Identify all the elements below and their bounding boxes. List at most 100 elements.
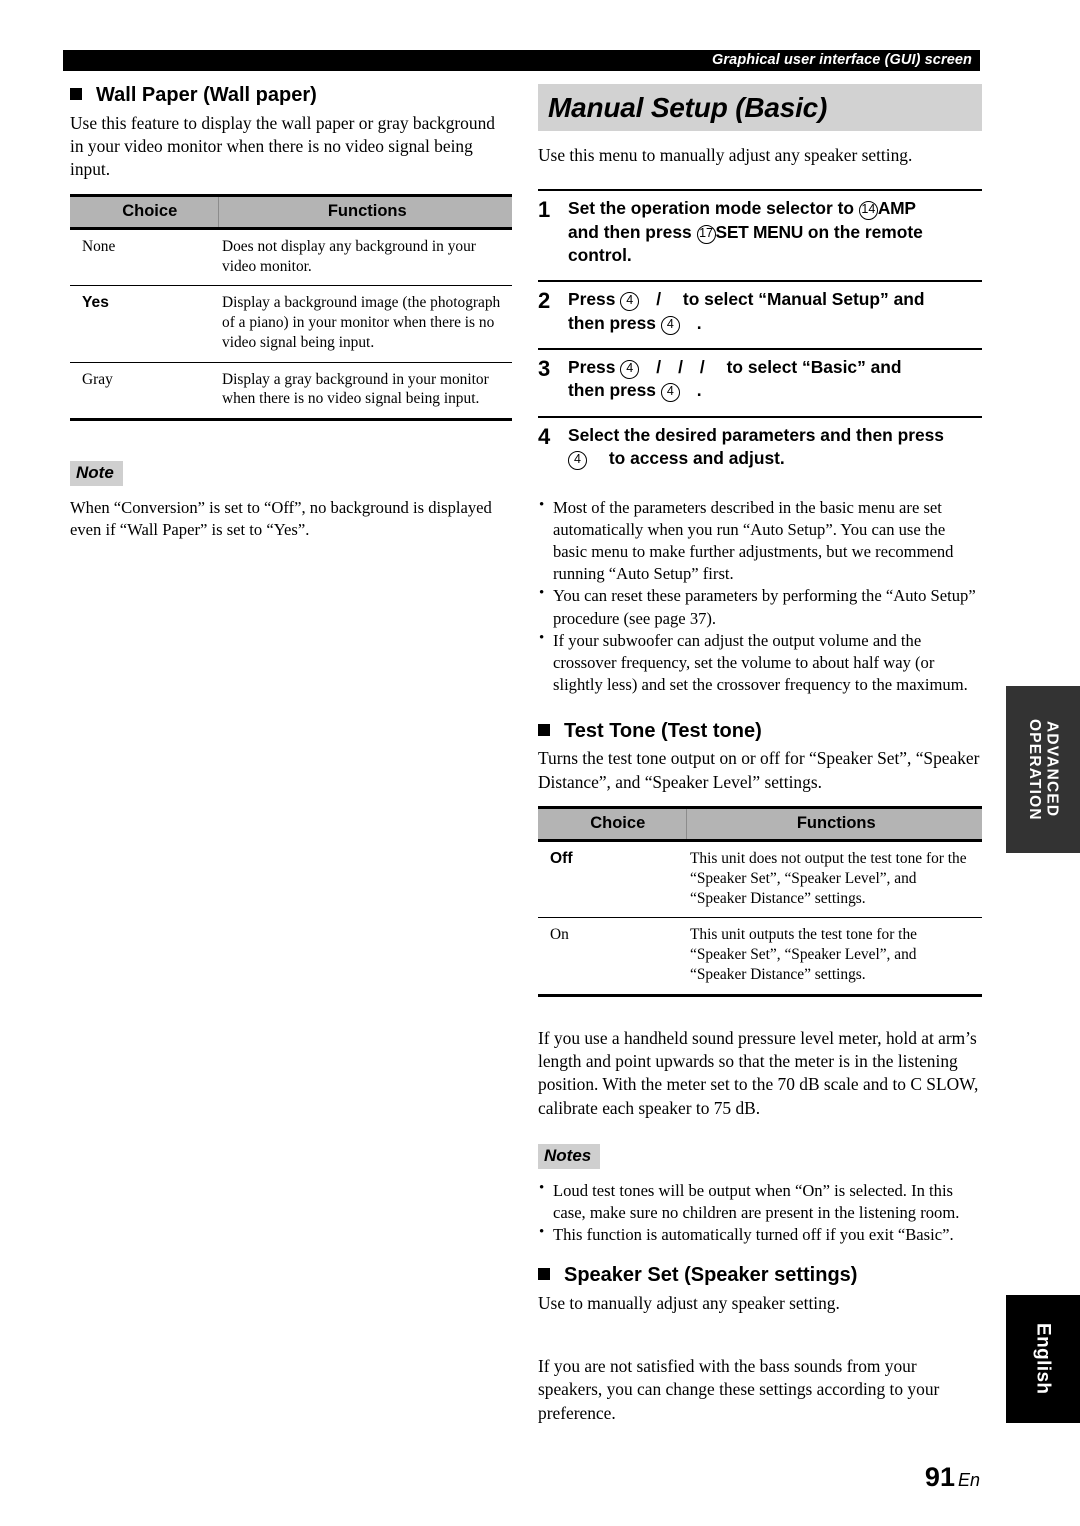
step-item: 3 Press 4 / / / to select “Basic” and then … [538, 347, 982, 416]
test-tone-table: Choice Functions Off This unit does not … [538, 806, 982, 997]
notes-badge-label: Notes [538, 1144, 601, 1169]
banner-title: Manual Setup (Basic) [548, 91, 828, 123]
notes-list: Loud test tones will be output when “On”… [538, 1179, 982, 1246]
page-footer: 91 En [925, 1462, 980, 1493]
step-text-part: then press [568, 312, 656, 333]
step-text-part: and then press [568, 221, 692, 242]
step-item: 2 Press 4 / to select “Manual Setup” and … [538, 280, 982, 348]
step-text-part: Set the operation mode selector to [568, 198, 855, 219]
step-text-part: to select “Manual Setup” and [682, 289, 925, 310]
manual-setup-intro: Use this menu to manually adjust any spe… [538, 145, 913, 165]
table-row: On This unit outputs the test tone for t… [538, 917, 982, 997]
section-heading-label: Test Tone (Test tone) [564, 719, 762, 742]
column-header-choice: Choice [538, 806, 687, 843]
step-text-part: to access and adjust. [608, 447, 785, 468]
list-item: If your subwoofer can adjust the output … [538, 629, 982, 696]
list-item: Loud test tones will be output when “On”… [538, 1179, 982, 1224]
circled-number-icon: 17 [696, 224, 716, 244]
cell-function: This unit outputs the test tone for the … [686, 917, 982, 997]
step-text: Select the desired parameters and then p… [568, 424, 982, 471]
circled-number-icon: 14 [858, 201, 878, 221]
step-item: 4 Select the desired parameters and then… [538, 415, 982, 484]
cell-choice: Off [538, 840, 686, 919]
step-text: Press 4 / to select “Manual Setup” and th… [568, 288, 982, 335]
circled-number-icon: 4 [568, 450, 587, 470]
step-text-part: Press [568, 356, 616, 377]
step-notes-list: Most of the parameters described in the … [538, 496, 982, 696]
black-square-bullet-icon [70, 88, 82, 100]
black-square-bullet-icon [538, 1267, 550, 1280]
running-header-bar: Graphical user interface (GUI) screen [63, 50, 980, 71]
circled-number-icon: 4 [620, 359, 640, 379]
step-item: 1 Set the operation mode selector to 14 A… [538, 189, 982, 280]
step-number: 3 [538, 355, 551, 381]
circled-number-icon: 4 [660, 383, 680, 403]
section-heading-wall-paper: Wall Paper (Wall paper) [70, 84, 512, 108]
note-badge-label: Note [70, 460, 123, 486]
step-text-part: Press [568, 289, 616, 310]
step-text-part: then press [568, 380, 656, 401]
step-text-part: Select the desired parameters and then p… [568, 424, 944, 445]
step-separator: / [656, 356, 662, 377]
section-heading-speaker-set: Speaker Set (Speaker settings) [538, 1264, 982, 1288]
cell-choice: Yes [70, 285, 218, 363]
wall-paper-intro: Use this feature to display the wall pap… [70, 112, 495, 180]
table-row: None Does not display any background in … [70, 228, 512, 287]
step-text-part: . [696, 380, 702, 401]
step-number: 4 [538, 423, 551, 449]
cell-function: Display a gray background in your monito… [218, 362, 512, 421]
procedure-steps: 1 Set the operation mode selector to 14 A… [538, 189, 982, 483]
table-header-row: Choice Functions [70, 193, 512, 230]
column-header-functions: Functions [218, 193, 512, 230]
circled-number-icon: 4 [620, 292, 640, 312]
notes-block: Notes Loud test tones will be output whe… [538, 1144, 982, 1246]
right-column: Manual Setup (Basic) Use this menu to ma… [538, 84, 982, 1425]
column-header-choice: Choice [70, 193, 219, 230]
step-text: Press 4 / / / to select “Basic” and then pr… [568, 356, 982, 403]
section-heading-test-tone: Test Tone (Test tone) [538, 720, 982, 744]
circled-number-icon: 4 [660, 315, 680, 335]
table-header-row: Choice Functions [538, 806, 982, 843]
cell-choice: None [70, 228, 218, 287]
step-number: 1 [538, 197, 551, 223]
list-item: You can reset these parameters by perfor… [538, 584, 982, 629]
step-text-part: . [696, 312, 702, 333]
column-header-functions: Functions [686, 806, 982, 843]
step-separator: / [678, 356, 683, 377]
step-text-part: to select “Basic” and [726, 356, 902, 377]
speaker-set-body: If you are not satisfied with the bass s… [538, 1355, 940, 1423]
page-number: 91 [924, 1462, 955, 1492]
section-heading-label: Speaker Set (Speaker settings) [564, 1263, 858, 1286]
section-banner-manual-setup: Manual Setup (Basic) [538, 84, 982, 131]
black-square-bullet-icon [538, 723, 550, 736]
wall-paper-table: Choice Functions None Does not display a… [70, 193, 512, 421]
side-tab-label: ADVANCED OPERATION [1026, 718, 1061, 821]
cell-choice: On [538, 917, 686, 997]
step-separator: / [699, 356, 705, 377]
cell-function: Does not display any background in your … [218, 228, 512, 287]
key-label: AMP [877, 198, 916, 219]
step-text-part: on the remote [807, 221, 923, 242]
section-heading-label: Wall Paper (Wall paper) [96, 84, 317, 106]
step-separator: / [656, 289, 662, 310]
list-item: Most of the parameters described in the … [538, 496, 982, 585]
side-tab-label: English [1032, 1323, 1054, 1395]
speaker-set-intro: Use to manually adjust any speaker setti… [538, 1292, 840, 1313]
step-text-part: control. [568, 245, 632, 266]
cell-function: This unit does not output the test tone … [686, 840, 982, 919]
cell-choice: Gray [70, 362, 218, 421]
note-text: When “Conversion” is set to “Off”, no ba… [70, 497, 492, 539]
table-row: Yes Display a background image (the phot… [70, 285, 512, 363]
page-language-code: En [957, 1470, 980, 1490]
table-row: Off This unit does not output the test t… [538, 840, 982, 919]
note-block: Note When “Conversion” is set to “Off”, … [70, 460, 512, 541]
step-text: Set the operation mode selector to 14 AMP… [568, 197, 982, 267]
test-tone-meter-paragraph: If you use a handheld sound pressure lev… [538, 1027, 979, 1118]
test-tone-intro: Turns the test tone output on or off for… [538, 748, 980, 792]
running-header-text: Graphical user interface (GUI) screen [712, 52, 972, 68]
side-tab-language: English [1006, 1295, 1080, 1423]
side-tab-advanced-operation: ADVANCED OPERATION [1006, 686, 1080, 853]
left-column: Wall Paper (Wall paper) Use this feature… [70, 84, 512, 541]
step-number: 2 [538, 288, 551, 314]
key-label: SET MENU [715, 221, 804, 242]
